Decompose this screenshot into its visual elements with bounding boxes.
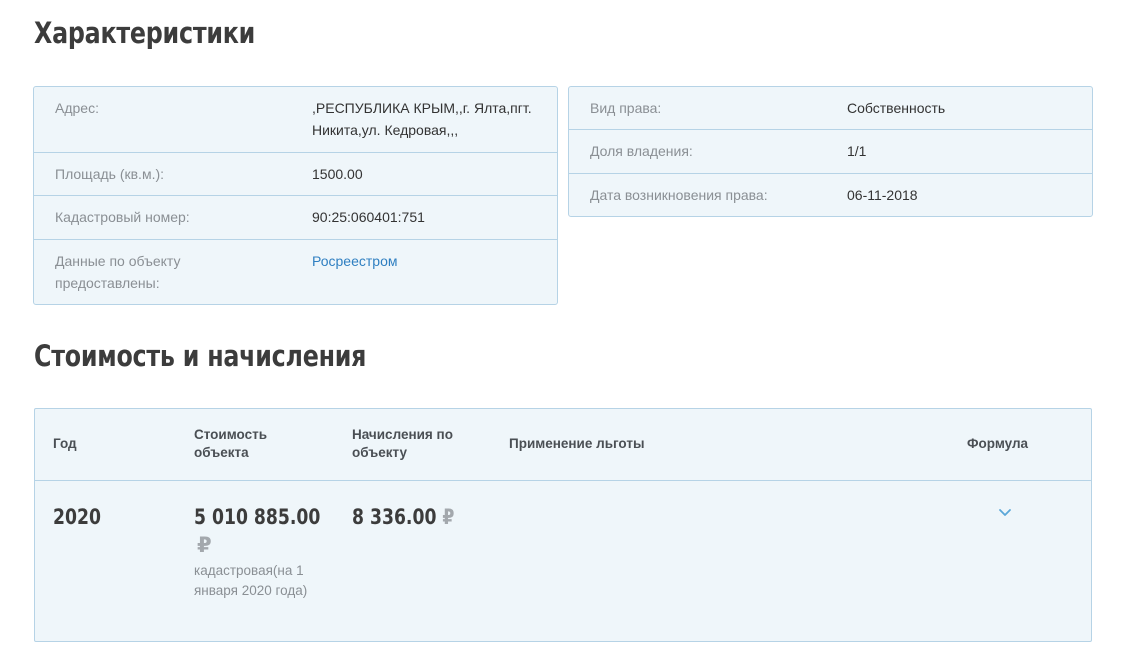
- address-value: ,РЕСПУБЛИКА КРЫМ,,г. Ялта,пгт. Никита,ул…: [312, 100, 532, 138]
- header-year: Год: [53, 436, 77, 451]
- area-value: 1500.00: [312, 166, 363, 182]
- header-formula: Формула: [967, 436, 1029, 451]
- cadastral-number-value: 90:25:060401:751: [312, 209, 425, 225]
- row-cadastral-number: Кадастровый номер: 90:25:060401:751: [34, 196, 557, 240]
- right-date-value: 06-11-2018: [847, 187, 918, 203]
- costs-table: Год Стоимость объекта Начисления по объе…: [34, 408, 1092, 642]
- row-area: Площадь (кв.м.): 1500.00: [34, 153, 557, 196]
- cell-cost: 5 010 885.00: [194, 505, 321, 529]
- address-label: Адрес:: [55, 100, 99, 116]
- characteristics-left-panel: Адрес: ,РЕСПУБЛИКА КРЫМ,,г. Ялта,пгт. Ни…: [33, 86, 558, 305]
- chevron-down-icon[interactable]: [997, 507, 1013, 519]
- cadastral-number-label: Кадастровый номер:: [55, 209, 190, 225]
- ownership-share-label: Доля владения:: [590, 143, 693, 159]
- header-benefit: Применение льготы: [509, 436, 645, 451]
- section-title-costs: Стоимость и начисления: [34, 339, 367, 373]
- cell-accrual: 8 336.00 ₽: [352, 505, 454, 529]
- cost-currency-icon: ₽: [197, 533, 212, 557]
- header-accrual: Начисления по объекту: [352, 427, 453, 460]
- right-type-value: Собственность: [847, 100, 946, 116]
- accrual-amount: 8 336.00: [352, 505, 437, 529]
- right-date-label: Дата возникновения права:: [590, 187, 768, 203]
- cell-year: 2020: [53, 505, 101, 529]
- cost-note: кадастровая(на 1 января 2020 года): [194, 563, 308, 598]
- ownership-share-value: 1/1: [847, 143, 867, 159]
- area-label: Площадь (кв.м.):: [55, 166, 165, 182]
- row-right-type: Вид права: Собственность: [569, 87, 1092, 130]
- row-ownership-share: Доля владения: 1/1: [569, 130, 1092, 174]
- characteristics-right-panel: Вид права: Собственность Доля владения: …: [568, 86, 1093, 217]
- right-type-label: Вид права:: [590, 100, 662, 116]
- data-source-link[interactable]: Росреестром: [312, 250, 547, 272]
- accrual-currency-icon: ₽: [442, 505, 455, 529]
- section-title-characteristics: Характеристики: [34, 16, 256, 50]
- row-right-date: Дата возникновения права: 06-11-2018: [569, 174, 1092, 216]
- costs-table-header: Год Стоимость объекта Начисления по объе…: [35, 409, 1091, 481]
- row-address: Адрес: ,РЕСПУБЛИКА КРЫМ,,г. Ялта,пгт. Ни…: [34, 87, 557, 153]
- row-data-source: Данные по объекту предоставлены: Росреес…: [34, 240, 557, 304]
- header-cost: Стоимость объекта: [194, 427, 268, 460]
- data-source-label: Данные по объекту предоставлены:: [55, 253, 181, 291]
